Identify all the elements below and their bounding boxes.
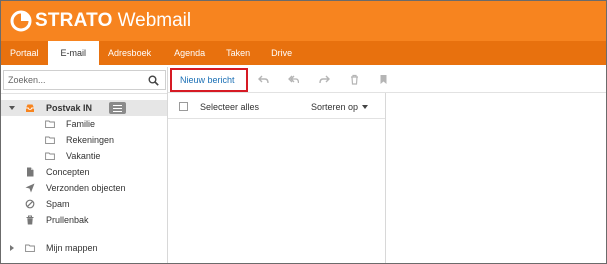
expand-arrow-icon[interactable]: [9, 106, 15, 110]
bookmark-icon[interactable]: [378, 74, 389, 85]
folder-label: Prullenbak: [46, 215, 89, 225]
webmail-window: STRATO Webmail Portaal E-mail Adresboek …: [0, 0, 607, 264]
folder-menu-button[interactable]: [109, 102, 126, 114]
folder-vakantie[interactable]: Vakantie: [1, 148, 167, 164]
expand-arrow-icon[interactable]: [10, 245, 14, 251]
header-bar: STRATO Webmail: [1, 1, 606, 41]
folder-concepten[interactable]: Concepten: [1, 164, 167, 180]
folder-label: Concepten: [46, 167, 90, 177]
inbox-label: Postvak IN: [46, 103, 93, 113]
message-list-header: Selecteer alles Sorteren op: [168, 94, 385, 119]
folder-spam[interactable]: Spam: [1, 196, 167, 212]
new-message-label: Nieuw bericht: [180, 75, 235, 85]
search-icon[interactable]: [148, 75, 159, 86]
brand-name: STRATO: [35, 10, 113, 31]
new-message-button[interactable]: Nieuw bericht: [170, 68, 248, 92]
main-nav: Portaal E-mail Adresboek Agenda Taken Dr…: [1, 41, 606, 65]
inbox-icon: [26, 104, 34, 112]
strato-logo[interactable]: STRATO Webmail: [10, 10, 191, 32]
folder-icon: [45, 152, 55, 161]
reply-icon[interactable]: [258, 74, 269, 85]
folder-rekeningen[interactable]: Rekeningen: [1, 132, 167, 148]
folder-label: Familie: [66, 119, 96, 129]
list-divider: [385, 93, 386, 263]
folder-icon: [25, 244, 35, 253]
folder-mijn-mappen[interactable]: Mijn mappen: [1, 240, 167, 256]
folder-icon: [45, 120, 55, 129]
folder-label: Verzonden objecten: [46, 183, 126, 193]
tab-email[interactable]: E-mail: [47, 41, 100, 65]
product-name: Webmail: [117, 10, 192, 31]
folder-label: Mijn mappen: [46, 243, 98, 253]
tab-taken[interactable]: Taken: [214, 41, 259, 65]
folder-icon: [45, 136, 55, 145]
reply-all-icon[interactable]: [288, 74, 299, 85]
tab-drive[interactable]: Drive: [259, 41, 301, 65]
trash-icon: [26, 215, 34, 225]
folder-familie[interactable]: Familie: [1, 116, 167, 132]
mail-toolbar: Nieuw bericht: [168, 67, 606, 93]
folder-label: Spam: [46, 199, 70, 209]
forward-icon[interactable]: [319, 74, 330, 85]
block-icon: [25, 199, 35, 209]
select-all-label[interactable]: Selecteer alles: [200, 102, 259, 112]
folder-label: Vakantie: [66, 151, 101, 161]
folder-prullenbak[interactable]: Prullenbak: [1, 212, 167, 228]
select-all-checkbox[interactable]: [179, 102, 188, 111]
search-box: [3, 70, 166, 90]
tab-portaal[interactable]: Portaal: [1, 41, 48, 65]
tab-agenda[interactable]: Agenda: [160, 41, 214, 65]
search-input[interactable]: [4, 71, 144, 89]
trash-icon[interactable]: [349, 74, 360, 85]
draft-icon: [27, 167, 34, 177]
caret-down-icon: [362, 105, 369, 109]
sort-label: Sorteren op: [311, 102, 359, 112]
folder-label: Rekeningen: [66, 135, 115, 145]
tab-adresboek[interactable]: Adresboek: [99, 41, 160, 65]
sort-dropdown[interactable]: Sorteren op: [311, 102, 369, 112]
search-divider: [1, 93, 167, 94]
send-icon: [25, 183, 35, 193]
folder-verzonden[interactable]: Verzonden objecten: [1, 180, 167, 196]
folder-inbox[interactable]: Postvak IN: [1, 100, 167, 116]
strato-logo-icon: [10, 10, 32, 32]
